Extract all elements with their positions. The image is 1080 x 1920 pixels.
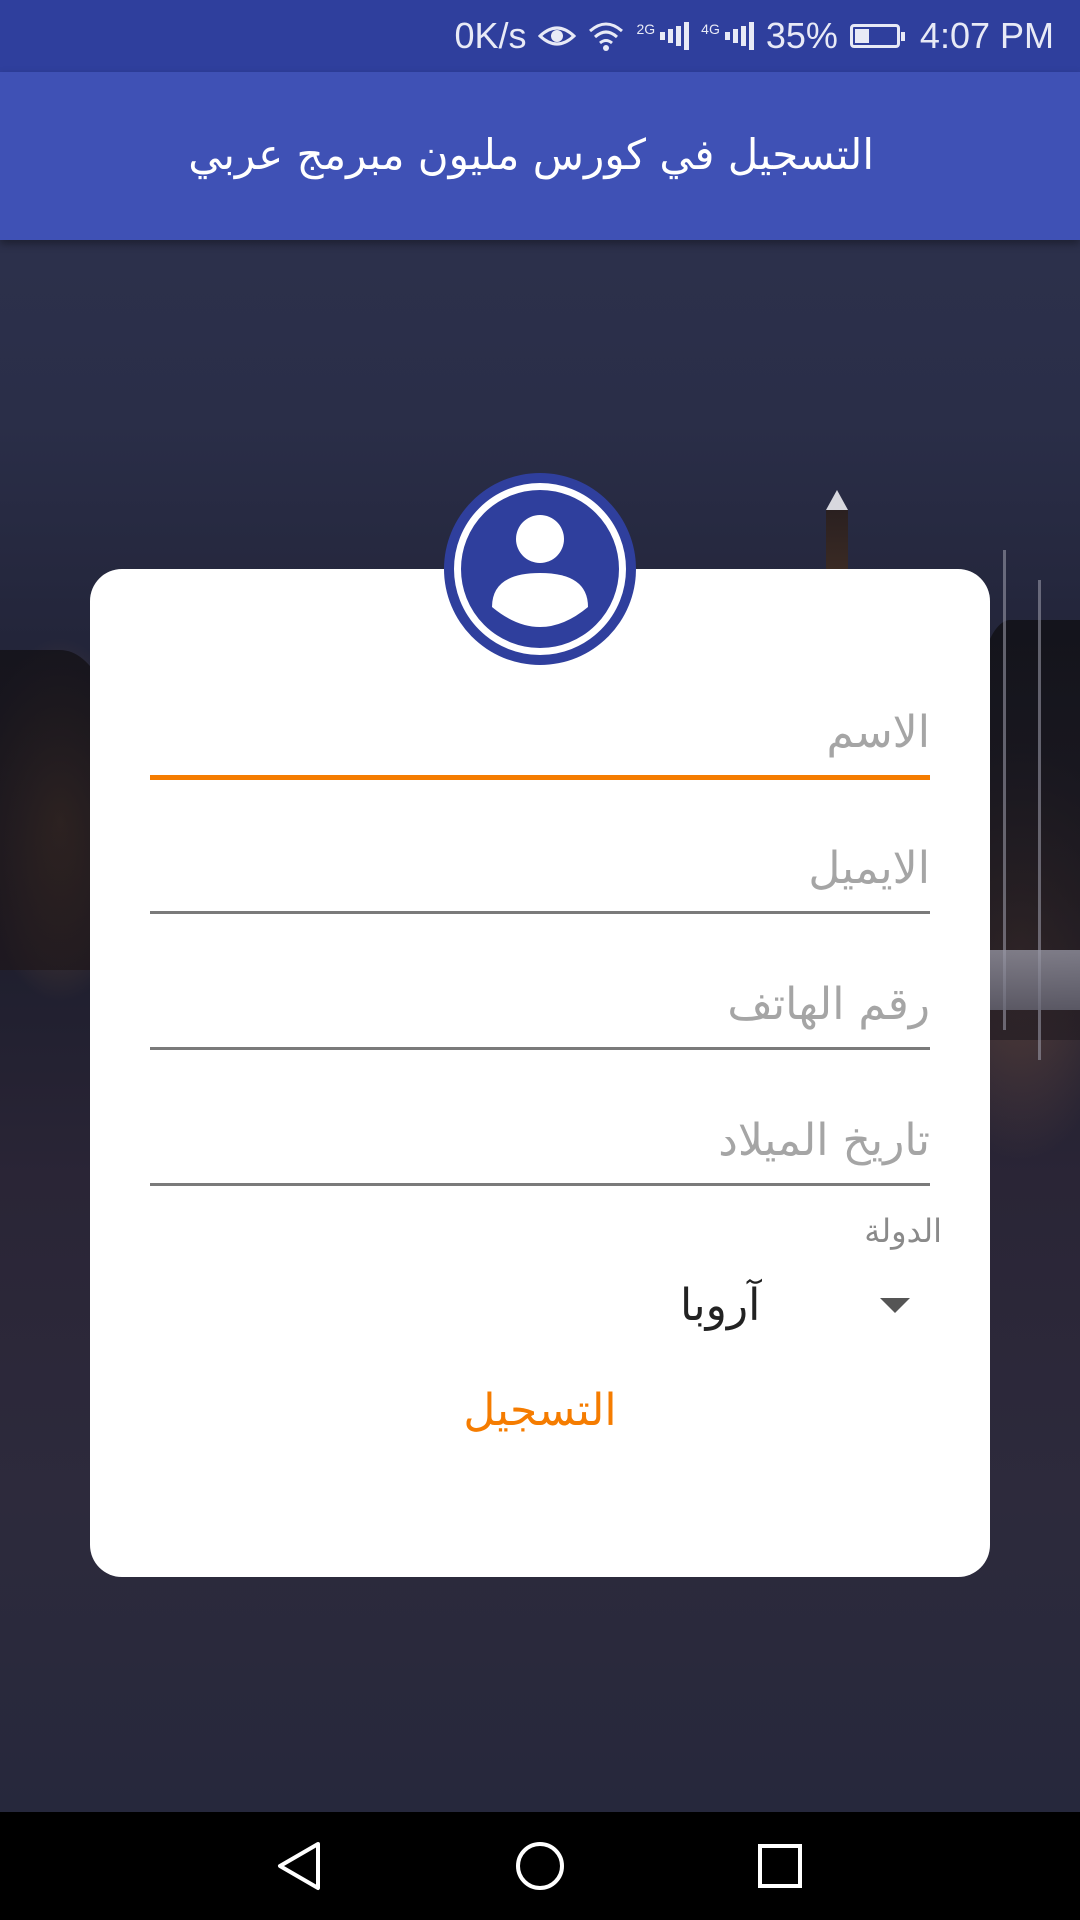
name-field-underline <box>150 775 930 780</box>
email-input[interactable] <box>150 828 930 908</box>
country-selected-value: آروبا <box>680 1279 761 1331</box>
network-type-label: 4G <box>701 21 720 37</box>
email-field[interactable] <box>150 828 930 914</box>
network-speed: 0K/s <box>454 15 527 56</box>
register-button[interactable]: التسجيل <box>440 1370 640 1450</box>
birthdate-field-underline <box>150 1183 930 1186</box>
home-circle-icon[interactable] <box>512 1840 568 1896</box>
battery-icon <box>849 24 905 48</box>
name-input[interactable] <box>150 692 930 772</box>
name-field[interactable] <box>150 692 930 780</box>
eye-comfort-icon <box>538 22 577 50</box>
battery-percent: 35% <box>765 15 838 56</box>
email-field-underline <box>150 911 930 914</box>
network-type-label: 2G <box>636 21 656 37</box>
back-triangle-icon[interactable] <box>274 1840 326 1896</box>
phone-field[interactable] <box>150 964 930 1050</box>
user-avatar-icon <box>444 473 636 665</box>
phone-field-underline <box>150 1047 930 1050</box>
app-bar: التسجيل في كورس مليون مبرمج عربي <box>0 72 1080 240</box>
status-bar: 0K/s 2G 4G 35% 4:07 PM <box>0 0 1080 72</box>
recents-square-icon[interactable] <box>754 1840 806 1896</box>
cell-signal-icon: 4G <box>701 21 754 51</box>
phone-input[interactable] <box>150 964 930 1044</box>
birthdate-input[interactable] <box>150 1100 930 1180</box>
page-title: التسجيل في كورس مليون مبرمج عربي <box>188 130 874 179</box>
dropdown-arrow-icon <box>880 1297 910 1313</box>
system-nav-bar <box>0 1812 1080 1920</box>
country-dropdown[interactable]: آروبا <box>680 1270 910 1340</box>
birthdate-field[interactable] <box>150 1100 930 1186</box>
wifi-icon <box>588 21 624 51</box>
clock: 4:07 PM <box>919 15 1054 56</box>
cell-signal-icon: 2G <box>636 21 690 51</box>
country-label: الدولة <box>864 1212 942 1250</box>
